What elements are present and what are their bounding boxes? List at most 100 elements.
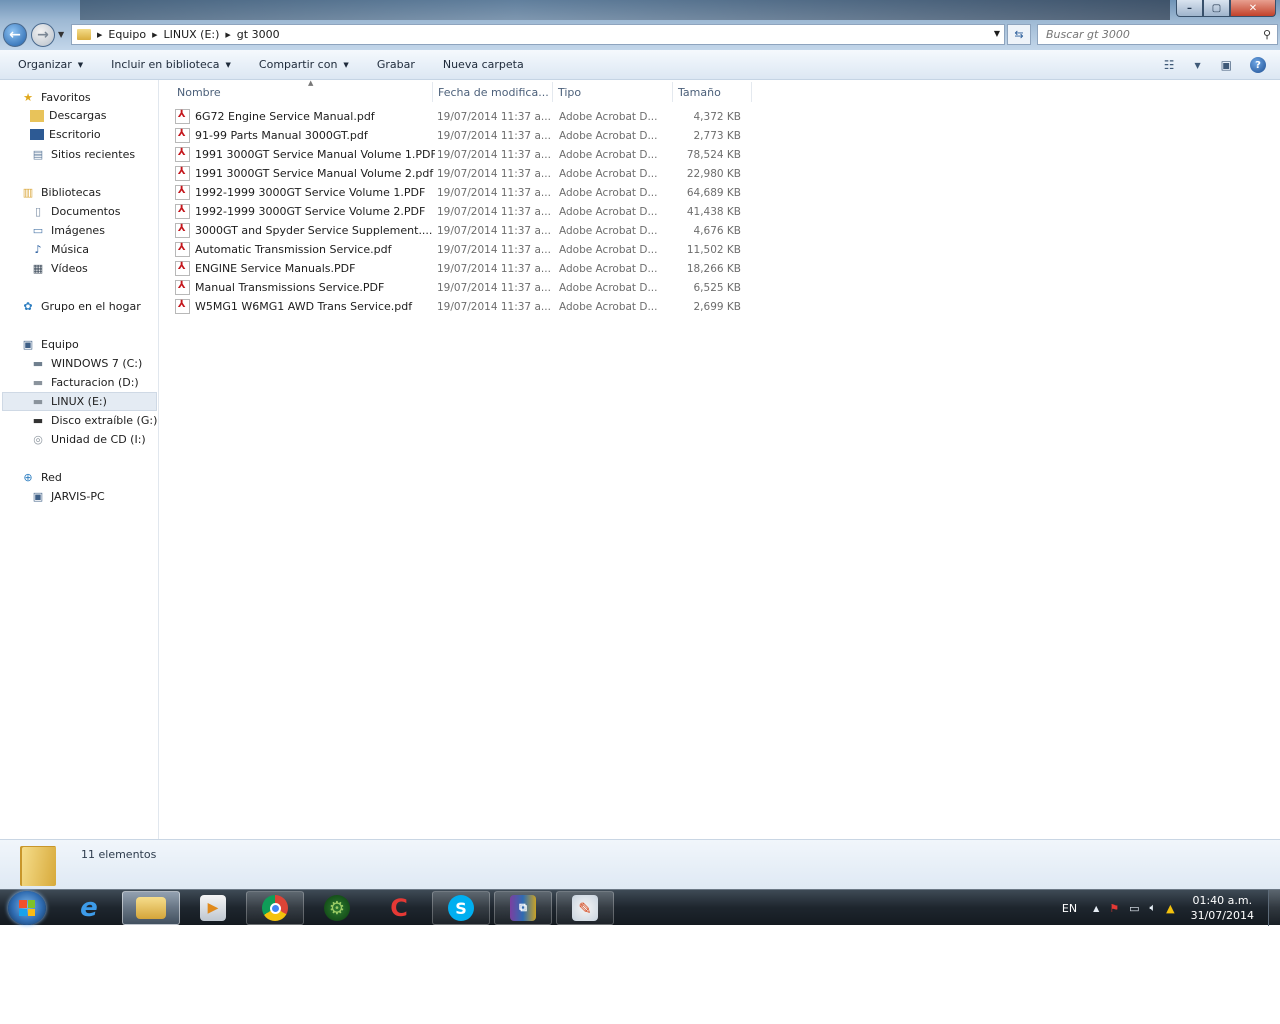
include-library-label: Incluir en biblioteca: [111, 58, 220, 71]
recent-pages-dropdown[interactable]: ▼: [58, 30, 64, 39]
file-type: Adobe Acrobat D...: [559, 300, 658, 313]
nav-item-cd-drive[interactable]: ◎ Unidad de CD (I:): [30, 432, 146, 446]
burn-button[interactable]: Grabar: [377, 58, 415, 71]
network-status-icon[interactable]: ▭: [1129, 902, 1139, 915]
nav-item-documents[interactable]: ▯ Documentos: [30, 204, 120, 218]
nav-computer[interactable]: ▣ Equipo: [20, 337, 79, 351]
forward-button[interactable]: →: [31, 23, 55, 47]
nav-item-drive-c[interactable]: ▬ WINDOWS 7 (C:): [30, 356, 143, 370]
taskbar-ccleaner[interactable]: C: [370, 891, 428, 925]
nav-item-downloads[interactable]: Descargas: [30, 109, 107, 122]
nav-item-drive-e[interactable]: ▬ LINUX (E:): [2, 392, 157, 411]
breadcrumb-computer[interactable]: Equipo: [108, 28, 146, 41]
start-button[interactable]: [8, 891, 46, 925]
nav-label: Imágenes: [51, 223, 105, 237]
nav-label: Red: [41, 470, 62, 484]
share-with-button[interactable]: Compartir con ▼: [259, 58, 349, 71]
breadcrumb-separator-icon[interactable]: ▶: [152, 31, 157, 39]
column-header-name[interactable]: Nombre ▲: [171, 79, 433, 102]
window-controls: – ▢ ✕: [1176, 0, 1276, 17]
column-header-size[interactable]: Tamaño: [672, 82, 752, 102]
breadcrumb-current-folder[interactable]: gt 3000: [237, 28, 280, 41]
preview-pane-icon[interactable]: ▣: [1221, 58, 1232, 72]
file-type: Adobe Acrobat D...: [559, 186, 658, 199]
taskbar-file-explorer[interactable]: [122, 891, 180, 925]
taskbar-skype[interactable]: S: [432, 891, 490, 925]
nav-item-recent-places[interactable]: ▤ Sitios recientes: [30, 147, 135, 161]
file-row[interactable]: W5MG1 W6MG1 AWD Trans Service.pdf 19/07/2…: [175, 297, 755, 316]
organize-button[interactable]: Organizar ▼: [18, 58, 83, 71]
file-row[interactable]: ENGINE Service Manuals.PDF 19/07/2014 11:…: [175, 259, 755, 278]
address-bar[interactable]: ▶ Equipo ▶ LINUX (E:) ▶ gt 3000 ▼: [71, 24, 1005, 45]
show-hidden-icons-icon[interactable]: ▲: [1093, 904, 1099, 913]
action-center-flag-icon[interactable]: ⚑: [1109, 902, 1119, 915]
breadcrumb-separator-icon[interactable]: ▶: [97, 31, 102, 39]
taskbar-winrar[interactable]: ⧉: [494, 891, 552, 925]
taskbar-gear-app[interactable]: ⚙: [308, 891, 366, 925]
details-pane: 11 elementos: [0, 839, 1280, 889]
file-row[interactable]: 3000GT and Spyder Service Supplement....…: [175, 221, 755, 240]
maximize-button[interactable]: ▢: [1203, 0, 1230, 17]
google-drive-icon[interactable]: ▲: [1166, 902, 1174, 915]
skype-icon: S: [448, 895, 474, 921]
pictures-icon: ▭: [32, 223, 44, 237]
chevron-down-icon[interactable]: ▼: [1195, 61, 1201, 70]
command-bar-right: ☷ ▼ ▣ ?: [1154, 50, 1280, 80]
taskbar-chrome[interactable]: [246, 891, 304, 925]
column-header-date[interactable]: Fecha de modifica...: [432, 82, 553, 102]
column-header-label: Nombre: [177, 85, 221, 99]
nav-item-desktop[interactable]: Escritorio: [30, 128, 101, 141]
nav-item-pictures[interactable]: ▭ Imágenes: [30, 223, 105, 237]
nav-homegroup[interactable]: ✿ Grupo en el hogar: [20, 299, 140, 313]
nav-item-music[interactable]: ♪ Música: [30, 242, 89, 256]
file-row[interactable]: 6G72 Engine Service Manual.pdf 19/07/2014…: [175, 107, 755, 126]
search-icon[interactable]: ⚲: [1263, 28, 1271, 41]
show-desktop-button[interactable]: [1268, 890, 1280, 926]
column-header-label: Tamaño: [678, 85, 721, 99]
breadcrumb-separator-icon[interactable]: ▶: [225, 31, 230, 39]
file-row[interactable]: 91-99 Parts Manual 3000GT.pdf 19/07/2014 …: [175, 126, 755, 145]
file-date: 19/07/2014 11:37 a...: [437, 262, 551, 275]
breadcrumb-drive[interactable]: LINUX (E:): [163, 28, 219, 41]
taskbar-media-player[interactable]: ▶: [184, 891, 242, 925]
taskbar-paint[interactable]: ✎: [556, 891, 614, 925]
nav-label: Favoritos: [41, 90, 91, 104]
clock[interactable]: 01:40 a.m. 31/07/2014: [1191, 893, 1254, 923]
file-row[interactable]: Automatic Transmission Service.pdf 19/07/…: [175, 240, 755, 259]
folder-icon: [20, 846, 56, 886]
nav-item-jarvis-pc[interactable]: ▣ JARVIS-PC: [30, 489, 105, 503]
nav-favorites[interactable]: ★ Favoritos: [20, 90, 91, 104]
search-input[interactable]: [1046, 28, 1246, 41]
volume-icon[interactable]: 🔈︎: [1150, 901, 1157, 915]
file-date: 19/07/2014 11:37 a...: [437, 243, 551, 256]
nav-item-drive-d[interactable]: ▬ Facturacion (D:): [30, 375, 139, 389]
taskbar-internet-explorer[interactable]: e: [60, 891, 118, 925]
back-button[interactable]: ←: [3, 23, 27, 47]
file-row[interactable]: 1991 3000GT Service Manual Volume 1.PDF1…: [175, 145, 755, 164]
chevron-down-icon[interactable]: ▼: [994, 29, 1000, 38]
file-size: 6,525 KB: [693, 281, 742, 294]
nav-libraries[interactable]: ▥ Bibliotecas: [20, 185, 101, 199]
view-options-icon[interactable]: ☷: [1164, 58, 1175, 72]
include-library-button[interactable]: Incluir en biblioteca ▼: [111, 58, 231, 71]
file-date: 19/07/2014 11:37 a...: [437, 224, 551, 237]
refresh-button[interactable]: ⇆: [1007, 24, 1031, 45]
column-header-type[interactable]: Tipo: [552, 82, 673, 102]
file-row[interactable]: Manual Transmissions Service.PDF 19/07/20…: [175, 278, 755, 297]
close-button[interactable]: ✕: [1230, 0, 1276, 17]
nav-item-drive-g[interactable]: ▬ Disco extraíble (G:): [30, 413, 158, 427]
file-row[interactable]: 1992-1999 3000GT Service Volume 1.PDF 19/…: [175, 183, 755, 202]
help-icon[interactable]: ?: [1250, 57, 1266, 73]
nav-item-videos[interactable]: ▦ Vídeos: [30, 261, 88, 275]
language-indicator[interactable]: EN: [1062, 902, 1077, 915]
search-box[interactable]: ⚲: [1037, 24, 1278, 45]
minimize-button[interactable]: –: [1176, 0, 1203, 17]
file-size: 2,773 KB: [693, 129, 742, 142]
new-folder-button[interactable]: Nueva carpeta: [443, 58, 524, 71]
documents-icon: ▯: [34, 204, 42, 218]
file-row[interactable]: 1991 3000GT Service Manual Volume 2.pdf1…: [175, 164, 755, 183]
nav-network[interactable]: ⊕ Red: [20, 470, 62, 484]
file-row[interactable]: 1992-1999 3000GT Service Volume 2.PDF 19/…: [175, 202, 755, 221]
file-date: 19/07/2014 11:37 a...: [437, 129, 551, 142]
windows-drive-icon: ▬: [32, 356, 44, 370]
